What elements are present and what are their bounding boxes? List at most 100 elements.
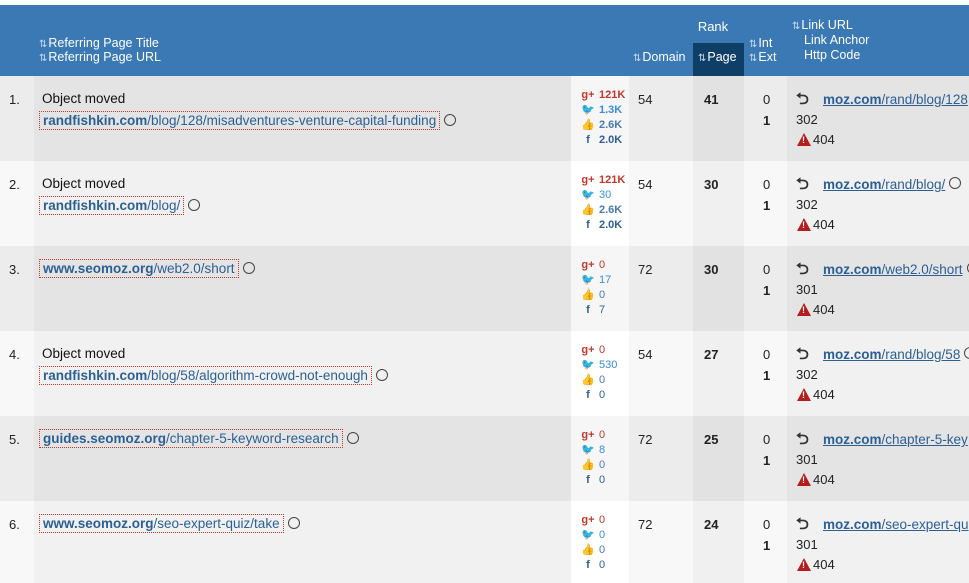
twitter-icon: 🐦 xyxy=(581,359,595,371)
referring-page-title: Object moved xyxy=(42,91,126,106)
domain-rank: 72 xyxy=(638,517,653,532)
facebook-value: 0 xyxy=(599,559,606,571)
twitter-count: 🐦 0 xyxy=(581,528,605,542)
page-rank-cell xyxy=(693,416,744,501)
search-icon[interactable] xyxy=(444,114,457,126)
url-path: /web2.0/short xyxy=(153,261,235,276)
search-icon[interactable] xyxy=(375,369,388,381)
rank-group-label: Rank xyxy=(697,19,729,34)
http-code: 301 xyxy=(796,282,818,297)
twitter-value: 1.3K xyxy=(599,104,623,116)
facebook-count: f0 xyxy=(581,473,605,487)
gplus-icon: g+ xyxy=(581,174,595,186)
sort-link-url[interactable]: ⇅ Link URL xyxy=(792,18,853,34)
ext-count: 1 xyxy=(763,283,771,298)
referring-url-link[interactable]: guides.seomoz.org/chapter-5-keyword-rese… xyxy=(39,429,343,448)
url-domain: randfishkin.com xyxy=(43,113,148,128)
row-number: 4. xyxy=(9,347,20,362)
link-url[interactable]: moz.com/seo-expert-qu xyxy=(823,517,969,532)
referring-page-url: www.seomoz.org/web2.0/short xyxy=(39,259,255,278)
likes-value: 0 xyxy=(599,459,606,471)
int-count: 0 xyxy=(763,177,771,192)
link-url[interactable]: moz.com/rand/blog/ xyxy=(823,177,962,192)
thumbs-up-icon: 👍 xyxy=(581,544,595,556)
thumbs-up-icon: 👍 xyxy=(581,374,595,386)
likes-count: 👍 2.6K xyxy=(581,118,622,132)
http-code: 302 xyxy=(796,112,818,127)
redirect-icon: ⮌ xyxy=(796,431,809,448)
table-header: Rank ⇅ Referring Page Title ⇅ Referring Pa… xyxy=(0,5,969,76)
link-domain: moz.com xyxy=(823,262,882,277)
sort-referring-url[interactable]: ⇅ Referring Page URL xyxy=(39,50,161,66)
target-code: 404 xyxy=(813,132,835,147)
page-rank-cell xyxy=(693,76,744,161)
domain-rank: 72 xyxy=(638,262,653,277)
twitter-icon: 🐦 xyxy=(581,444,595,456)
gplus-value: 0 xyxy=(599,259,606,271)
link-url[interactable]: moz.com/rand/blog/128 xyxy=(823,92,969,107)
link-url[interactable]: moz.com/chapter-5-key xyxy=(823,432,969,447)
link-path: /chapter-5-key xyxy=(881,432,968,447)
domain-label: Domain xyxy=(642,50,686,64)
referring-page-url: www.seomoz.org/seo-expert-quiz/take xyxy=(39,514,300,533)
warning-icon xyxy=(797,473,811,486)
gplus-count: g+ 121K xyxy=(581,173,625,187)
sort-ext[interactable]: ⇅ Ext xyxy=(749,50,776,66)
referring-url-link[interactable]: www.seomoz.org/web2.0/short xyxy=(39,259,239,278)
url-domain: guides.seomoz.org xyxy=(43,431,167,446)
page-rank: 30 xyxy=(704,177,719,192)
twitter-count: 🐦 530 xyxy=(581,358,617,372)
search-icon[interactable] xyxy=(188,199,201,211)
facebook-count: f 2.0K xyxy=(581,133,622,147)
sort-page-rank[interactable]: ⇅ Page xyxy=(698,50,737,66)
gplus-icon: g+ xyxy=(581,259,595,271)
referring-url-link[interactable]: www.seomoz.org/seo-expert-quiz/take xyxy=(39,514,284,533)
facebook-value: 7 xyxy=(599,304,606,316)
ext-count: 1 xyxy=(763,453,771,468)
gplus-count: g+ 0 xyxy=(581,513,605,527)
likes-value: 2.6K xyxy=(599,204,623,216)
table-row: 5. guides.seomoz.org/chapter-5-keyword-r… xyxy=(0,416,969,501)
facebook-icon: f xyxy=(586,304,590,316)
http-code: 301 xyxy=(796,537,818,552)
referring-page-title: Object moved xyxy=(42,346,126,361)
page-rank: 24 xyxy=(704,517,719,532)
page-rank: 25 xyxy=(704,432,719,447)
likes-value: 0 xyxy=(599,289,606,301)
referring-page-url: randfishkin.com/blog/128/misadventures-v… xyxy=(39,111,457,130)
facebook-value: 2.0K xyxy=(599,219,623,231)
target-status: 404 xyxy=(797,471,835,487)
search-icon[interactable] xyxy=(346,432,359,444)
link-url[interactable]: moz.com/rand/blog/58 xyxy=(823,347,969,362)
table-row: 6. www.seomoz.org/seo-expert-quiz/take g… xyxy=(0,501,969,583)
referring-url-link[interactable]: randfishkin.com/blog/128/misadventures-v… xyxy=(39,111,441,130)
referring-url-link[interactable]: randfishkin.com/blog/58/algorithm-crowd-… xyxy=(39,366,372,385)
target-status: 404 xyxy=(797,556,835,572)
sort-domain-rank[interactable]: ⇅ Domain xyxy=(633,50,685,66)
target-status: 404 xyxy=(797,301,835,317)
gplus-value: 0 xyxy=(599,514,606,526)
page-rank: 41 xyxy=(704,92,719,107)
target-code: 404 xyxy=(813,302,835,317)
gplus-count: g+ 0 xyxy=(581,343,605,357)
likes-count: 👍 0 xyxy=(581,373,605,387)
sort-icon: ⇅ xyxy=(792,21,800,32)
page-rank-cell xyxy=(693,501,744,583)
facebook-value: 0 xyxy=(599,474,606,486)
facebook-icon: f xyxy=(586,559,590,571)
target-status: 404 xyxy=(797,386,835,402)
link-url[interactable]: moz.com/web2.0/short xyxy=(823,262,969,277)
link-domain: moz.com xyxy=(823,517,882,532)
search-icon[interactable] xyxy=(242,262,255,274)
search-icon[interactable] xyxy=(287,517,300,529)
search-icon[interactable] xyxy=(949,177,962,189)
url-domain: randfishkin.com xyxy=(43,198,148,213)
search-icon[interactable] xyxy=(964,347,969,359)
warning-icon xyxy=(797,218,811,231)
twitter-value: 17 xyxy=(599,274,612,286)
http-code-label: Http Code xyxy=(804,48,861,62)
referring-url-link[interactable]: randfishkin.com/blog/ xyxy=(39,196,185,215)
url-path: /blog/128/misadventures-venture-capital-… xyxy=(147,113,437,128)
target-code: 404 xyxy=(813,557,835,572)
table-row: 4. Object moved randfishkin.com/blog/58/… xyxy=(0,331,969,416)
